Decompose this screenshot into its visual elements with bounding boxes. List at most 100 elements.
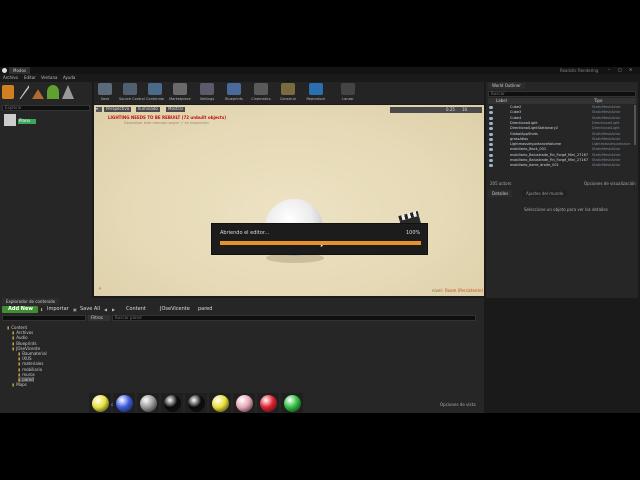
content-button[interactable]: Contenido bbox=[144, 82, 166, 104]
visibility-eye-icon[interactable] bbox=[489, 143, 493, 147]
material-sphere-icon bbox=[211, 395, 229, 412]
asset-search-input[interactable]: Buscar pared bbox=[112, 315, 476, 321]
build-button[interactable]: Construir bbox=[277, 82, 299, 104]
asset-tile[interactable]: rojo bbox=[257, 393, 279, 413]
outliner-row[interactable]: DirectionalLightStationary2 DirectionalLi… bbox=[486, 126, 638, 131]
window-title: Realistic Rendering bbox=[560, 68, 599, 73]
launch-button[interactable]: Lanzar bbox=[337, 82, 359, 104]
blueprints-button[interactable]: Blueprints bbox=[223, 82, 245, 104]
visibility-eye-icon[interactable] bbox=[489, 164, 493, 168]
mouse-cursor-icon: ➤ bbox=[320, 243, 324, 248]
source-control-button[interactable]: Source Control bbox=[119, 82, 145, 104]
content-view-options[interactable]: Opciones de vista bbox=[440, 403, 476, 407]
visibility-eye-icon[interactable] bbox=[489, 153, 493, 157]
visibility-eye-icon[interactable] bbox=[489, 137, 493, 141]
actor-type: LightmassImportance bbox=[592, 142, 630, 147]
actor-name: Cube2 bbox=[510, 105, 522, 109]
maximize-icon[interactable]: □ bbox=[618, 68, 622, 72]
settings-button[interactable]: Settings bbox=[196, 82, 218, 104]
path-pared[interactable]: pared bbox=[198, 307, 212, 312]
outliner-row[interactable]: GlobalAppShots StaticMeshActor bbox=[486, 132, 638, 137]
visibility-eye-icon[interactable] bbox=[489, 121, 493, 125]
level-viewport[interactable]: ▾ Perspectiva Iluminado Mostrar 0.25 10 … bbox=[94, 105, 484, 296]
plane-item[interactable]: Plano bbox=[18, 119, 36, 124]
save-all-button[interactable]: Save All bbox=[80, 307, 100, 312]
filters-button[interactable]: Filtros bbox=[88, 315, 110, 321]
tab-level[interactable]: Modos bbox=[9, 67, 30, 74]
outliner-row[interactable]: mobiliario_Back_001 StaticMeshActor bbox=[486, 147, 638, 152]
play-button[interactable]: Reproducir bbox=[305, 82, 327, 104]
visibility-eye-icon[interactable] bbox=[489, 111, 493, 115]
import-button[interactable]: Importar bbox=[47, 307, 69, 312]
visibility-eye-icon[interactable] bbox=[489, 116, 493, 120]
launch-icon bbox=[341, 83, 355, 95]
close-icon[interactable]: ✕ bbox=[629, 68, 632, 72]
perspective-button[interactable]: Perspectiva bbox=[104, 107, 132, 112]
visibility-eye-icon[interactable] bbox=[489, 148, 493, 152]
asset-tile[interactable]: naranja bbox=[209, 393, 231, 413]
paint-mode-icon[interactable] bbox=[19, 85, 29, 99]
show-button[interactable]: Mostrar bbox=[166, 107, 186, 112]
outliner-row[interactable]: DirectionalLight DirectionalLight bbox=[486, 121, 638, 126]
add-new-button[interactable]: Add New bbox=[2, 306, 38, 313]
folder-label: Maps bbox=[16, 382, 27, 388]
foliage-mode-icon[interactable] bbox=[47, 85, 59, 99]
toolbar-label: Cinematics bbox=[251, 97, 271, 101]
place-mode-icon[interactable] bbox=[2, 85, 14, 99]
outliner-row[interactable]: mobiliario_barre_droite_001 StaticMeshAct… bbox=[486, 163, 638, 168]
outliner-row[interactable]: mobiliario_Balustrade_Fin_Forgé_Mini_271… bbox=[486, 153, 638, 158]
outliner-search-input[interactable]: Buscar bbox=[488, 91, 636, 97]
viewport-menu-button[interactable]: ▾ bbox=[96, 107, 102, 112]
outliner-col-type[interactable]: Tipo bbox=[594, 99, 602, 103]
axis-gizmo-icon: ↗ bbox=[98, 286, 102, 291]
lit-button[interactable]: Iluminado bbox=[136, 107, 160, 112]
forward-icon[interactable]: ▶ bbox=[112, 308, 115, 312]
tab-content-browser[interactable]: Explorador de contenido bbox=[2, 298, 60, 305]
asset-tile[interactable]: NormalMap_MB bbox=[161, 393, 183, 413]
outliner-row[interactable]: mobiliario_Balustrade_Fin_Forgé_Mini_271… bbox=[486, 158, 638, 163]
tab-world-settings[interactable]: Ajustes del mundo bbox=[522, 190, 568, 197]
visibility-eye-icon[interactable] bbox=[489, 132, 493, 136]
outliner-row[interactable]: grassAtlas StaticMeshActor bbox=[486, 137, 638, 142]
outliner-row[interactable]: Cube4 StaticMeshActor bbox=[486, 116, 638, 121]
tab-world-outliner[interactable]: World Outliner bbox=[488, 82, 525, 89]
back-icon[interactable]: ◀ bbox=[104, 308, 107, 312]
save-button[interactable]: Save bbox=[94, 82, 116, 104]
geometry-mode-icon[interactable] bbox=[62, 85, 74, 99]
asset-tile[interactable]: NormalMapwareds_M bbox=[185, 393, 207, 413]
asset-tile[interactable]: gris_claro bbox=[137, 393, 159, 413]
toolbar-label: Reproducir bbox=[306, 97, 326, 101]
visibility-eye-icon[interactable] bbox=[489, 106, 493, 109]
menu-editar[interactable]: Editar bbox=[24, 76, 36, 80]
visibility-eye-icon[interactable] bbox=[489, 159, 493, 162]
outliner-row[interactable]: Cube2 StaticMeshActor bbox=[486, 105, 638, 110]
outliner-view-options[interactable]: Opciones de visualización bbox=[584, 182, 636, 186]
outliner-row[interactable]: Cube3 StaticMeshActor bbox=[486, 110, 638, 115]
asset-thumbnail bbox=[89, 393, 111, 413]
tab-details[interactable]: Detalles bbox=[488, 190, 513, 197]
folder-tree-item[interactable]: ▮ Maps bbox=[12, 382, 27, 387]
menu-archivo[interactable]: Archivo bbox=[3, 76, 18, 80]
minimize-icon[interactable]: – bbox=[608, 68, 610, 72]
cinematics-button[interactable]: Cinematics bbox=[250, 82, 272, 104]
modes-panel: Explorar Plano bbox=[0, 82, 92, 298]
viewport-snap-controls[interactable]: 0.25 10 bbox=[390, 107, 482, 113]
asset-tile[interactable]: azul bbox=[113, 393, 135, 413]
menu-ventana[interactable]: Ventana bbox=[41, 76, 57, 80]
landscape-mode-icon[interactable] bbox=[32, 89, 44, 99]
marketplace-button[interactable]: Marketplace bbox=[169, 82, 191, 104]
asset-tile[interactable]: amarillo bbox=[89, 393, 111, 413]
asset-tile[interactable]: verde bbox=[281, 393, 303, 413]
material-sphere-icon bbox=[283, 395, 301, 412]
outliner-col-label[interactable]: Label bbox=[496, 99, 507, 103]
material-sphere-icon bbox=[235, 395, 253, 412]
asset-tile[interactable]: pared_ejp bbox=[233, 393, 255, 413]
path-josevicente[interactable]: JOseVicente bbox=[160, 307, 190, 312]
menu-ayuda[interactable]: Ayuda bbox=[63, 76, 75, 80]
folder-search-input[interactable] bbox=[2, 315, 86, 321]
modes-search-input[interactable]: Explorar bbox=[2, 105, 90, 111]
outliner-row[interactable]: LightmassImportanceVolume LightmassImport… bbox=[486, 142, 638, 147]
visibility-eye-icon[interactable] bbox=[489, 127, 493, 131]
path-content[interactable]: Content bbox=[126, 307, 146, 312]
plane-thumbnail-icon bbox=[4, 114, 16, 126]
